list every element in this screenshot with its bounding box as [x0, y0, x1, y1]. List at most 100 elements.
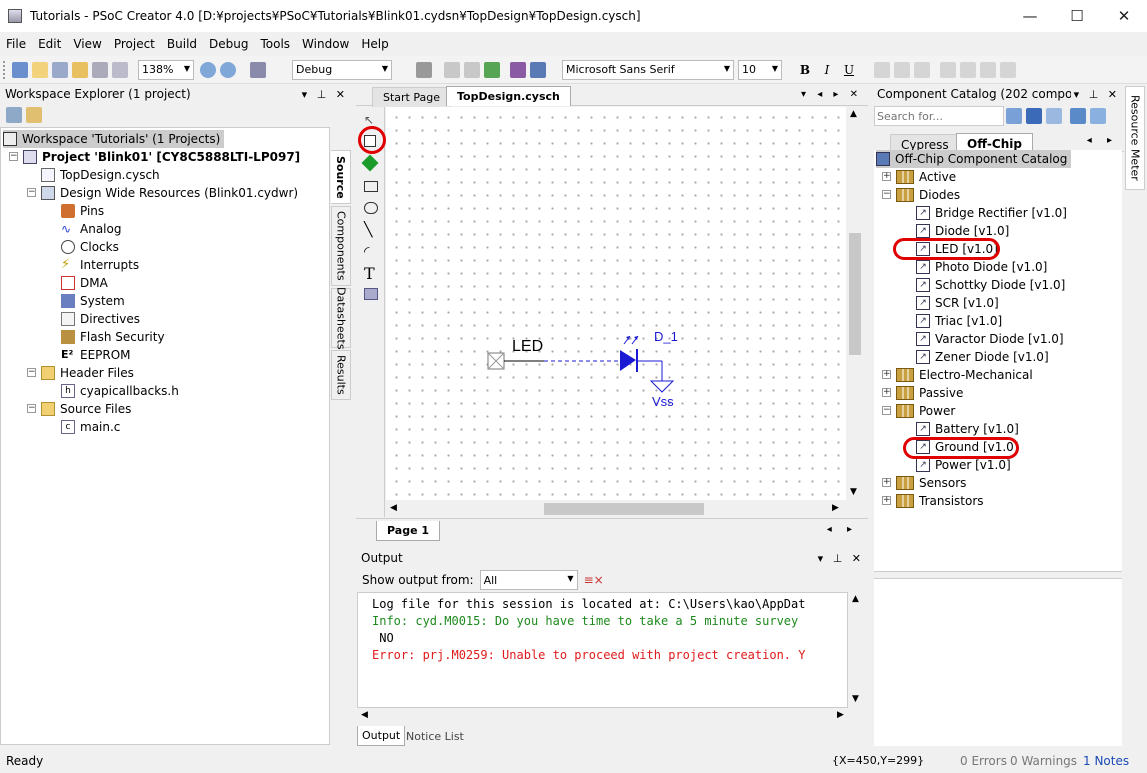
page-scroll-controls[interactable]: ◂ ▸ [827, 524, 858, 535]
add-item-icon[interactable] [52, 61, 68, 78]
catalog-category-passive[interactable]: Passive [896, 384, 963, 402]
rectangle-tool-icon[interactable] [364, 181, 378, 192]
build-config-select[interactable]: Debug ▼ [292, 59, 392, 80]
image-tool-icon[interactable] [364, 288, 378, 300]
tree-item-flash-security[interactable]: Flash Security [61, 328, 165, 346]
collapse-icon[interactable]: − [27, 368, 36, 377]
tab-source[interactable]: Source [331, 150, 351, 204]
tree-item-interrupts[interactable]: ⚡ Interrupts [61, 256, 139, 274]
tree-item-analog[interactable]: ∿ Analog [61, 220, 121, 238]
catalog-item-varactor-diode[interactable]: ↗ Varactor Diode [v1.0] [916, 330, 1064, 348]
catalog-root[interactable]: Off-Chip Component Catalog [876, 150, 1072, 168]
tree-item-dma[interactable]: DMA [61, 274, 108, 292]
filter-icon[interactable] [1006, 108, 1022, 124]
scroll-up-icon[interactable]: ▲ [850, 109, 857, 119]
tree-item-topdesign[interactable]: TopDesign.cysch [41, 166, 160, 184]
component-tool-icon[interactable] [361, 154, 379, 172]
tree-item-main-c[interactable]: c main.c [61, 418, 120, 436]
expand-icon[interactable]: + [882, 370, 891, 379]
scroll-up-icon[interactable]: ▲ [852, 594, 859, 604]
maximize-button[interactable]: ☐ [1054, 0, 1100, 32]
open-icon[interactable] [72, 61, 88, 78]
zoom-in-icon[interactable] [200, 61, 216, 78]
build-icon[interactable] [416, 61, 432, 78]
zoom-select[interactable]: 138% ▼ [138, 59, 194, 80]
catalog-item-triac[interactable]: ↗ Triac [v1.0] [916, 312, 1002, 330]
warning-count[interactable]: 0 Warnings [1010, 754, 1077, 768]
flip-icon[interactable] [980, 61, 996, 78]
font-size-select[interactable]: 10 ▼ [738, 59, 782, 80]
ungroup-icon[interactable] [914, 61, 930, 78]
scroll-right-icon[interactable]: ▶ [837, 710, 844, 720]
toolbar-grip[interactable] [3, 60, 7, 79]
tree-item-directives[interactable]: Directives [61, 310, 140, 328]
debug-icon[interactable] [530, 61, 546, 78]
datasheet-icon[interactable] [1046, 108, 1062, 124]
tab-results[interactable]: Results [331, 350, 351, 400]
collapse-icon[interactable]: − [882, 406, 891, 415]
tree-item-cyapicallbacks[interactable]: h cyapicallbacks.h [61, 382, 179, 400]
tree-item-system[interactable]: System [61, 292, 125, 310]
cancel-build-icon[interactable] [444, 61, 460, 78]
expand-icon[interactable]: + [882, 172, 891, 181]
menu-debug[interactable]: Debug [209, 37, 248, 51]
font-select[interactable]: Microsoft Sans Serif ▼ [562, 59, 734, 80]
catalog-category-electro-mechanical[interactable]: Electro-Mechanical [896, 366, 1033, 384]
error-count[interactable]: 0 Errors [960, 754, 1007, 768]
add-component-icon[interactable] [1070, 108, 1086, 124]
catalog-item-schottky-diode[interactable]: ↗ Schottky Diode [v1.0] [916, 276, 1065, 294]
tab-datasheets[interactable]: Datasheets [331, 287, 351, 349]
catalog-search-input[interactable] [874, 106, 1004, 126]
rotate-icon[interactable] [1000, 61, 1016, 78]
refresh-icon[interactable] [1090, 108, 1106, 124]
catalog-category-active[interactable]: Active [896, 168, 956, 186]
tree-item-dwr[interactable]: Design Wide Resources (Blink01.cydwr) [41, 184, 298, 202]
menu-build[interactable]: Build [167, 37, 197, 51]
catalog-item-scr[interactable]: ↗ SCR [v1.0] [916, 294, 999, 312]
tree-item-clocks[interactable]: Clocks [61, 238, 119, 256]
zoom-out-icon[interactable] [220, 61, 236, 78]
tree-item-header-files[interactable]: Header Files [41, 364, 134, 382]
collapse-icon[interactable]: − [9, 152, 18, 161]
properties-icon[interactable] [6, 107, 22, 123]
menu-project[interactable]: Project [114, 37, 155, 51]
line-tool-icon[interactable]: ╲ [364, 222, 372, 238]
program-icon[interactable] [484, 61, 500, 78]
schematic-canvas[interactable]: LED D_1 Vss [386, 107, 846, 500]
tab-scroll-controls[interactable]: ◂ ▸ [1087, 135, 1118, 146]
catalog-category-power[interactable]: Power [896, 402, 955, 420]
arc-tool-icon[interactable]: ◜ [364, 244, 369, 260]
expand-icon[interactable]: + [882, 478, 891, 487]
collapse-icon[interactable]: − [27, 188, 36, 197]
expand-icon[interactable]: + [882, 388, 891, 397]
collapse-icon[interactable]: − [27, 404, 36, 413]
tab-notice-list[interactable]: Notice List [402, 726, 468, 746]
clean-icon[interactable] [464, 61, 480, 78]
menu-edit[interactable]: Edit [38, 37, 61, 51]
menu-window[interactable]: Window [302, 37, 349, 51]
text-tool-icon[interactable]: T [364, 264, 375, 283]
catalog-category-sensors[interactable]: Sensors [896, 474, 966, 492]
tab-topdesign[interactable]: TopDesign.cysch [446, 86, 571, 106]
scroll-down-icon[interactable]: ▼ [852, 694, 859, 704]
catalog-item-zener-diode[interactable]: ↗ Zener Diode [v1.0] [916, 348, 1049, 366]
catalog-view-icon[interactable] [1026, 108, 1042, 124]
tab-page-1[interactable]: Page 1 [376, 521, 441, 541]
new-file-icon[interactable] [32, 61, 48, 78]
catalog-category-diodes[interactable]: Diodes [896, 186, 960, 204]
panel-controls[interactable]: ▾ ⊥ ✕ [1070, 87, 1120, 101]
output-vscrollbar[interactable]: ▲ ▼ [848, 592, 866, 708]
bring-front-icon[interactable] [940, 61, 956, 78]
tab-start-page[interactable]: Start Page [372, 87, 451, 107]
catalog-item-battery[interactable]: ↗ Battery [v1.0] [916, 420, 1019, 438]
tab-components[interactable]: Components [331, 206, 351, 286]
hscroll-thumb[interactable] [544, 503, 704, 515]
chip-icon[interactable] [510, 61, 526, 78]
scroll-left-icon[interactable]: ◀ [390, 503, 397, 513]
scroll-thumb[interactable] [849, 233, 861, 355]
expand-icon[interactable]: + [882, 496, 891, 505]
menu-file[interactable]: File [6, 37, 26, 51]
save-all-icon[interactable] [112, 61, 128, 78]
minimize-button[interactable]: — [1007, 0, 1053, 32]
tree-item-source-files[interactable]: Source Files [41, 400, 131, 418]
